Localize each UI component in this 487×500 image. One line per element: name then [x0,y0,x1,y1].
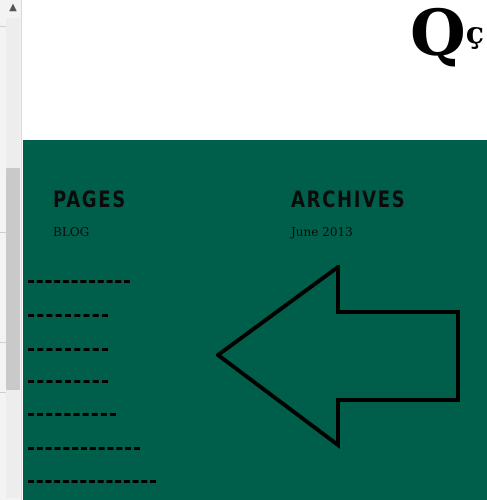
left-arrow-icon [216,265,460,449]
dash-mark [28,348,108,351]
dash-mark [28,447,140,450]
dash-mark [28,280,130,283]
dash-mark [28,480,156,483]
site-footer: PAGES BLOG ARCHIVES June 2013 [23,140,487,500]
pages-widget-title: PAGES [53,188,127,213]
scrollbar-thumb[interactable] [6,168,20,390]
archives-widget-title: ARCHIVES [291,188,407,213]
pages-link-blog[interactable]: BLOG [53,225,143,239]
browser-left-strip: ▲ [0,0,22,500]
logo-mark: Q [410,0,466,71]
site-logo[interactable]: Q ç [410,0,484,74]
dash-mark [28,314,108,317]
archives-widget: ARCHIVES June 2013 [291,188,432,239]
logo-text: ç [465,16,485,51]
pages-widget: PAGES BLOG [53,188,143,239]
archives-link-june-2013[interactable]: June 2013 [291,225,432,239]
dash-mark [28,413,116,416]
scroll-up-arrow-icon[interactable]: ▲ [7,1,19,15]
dash-mark [28,380,108,383]
